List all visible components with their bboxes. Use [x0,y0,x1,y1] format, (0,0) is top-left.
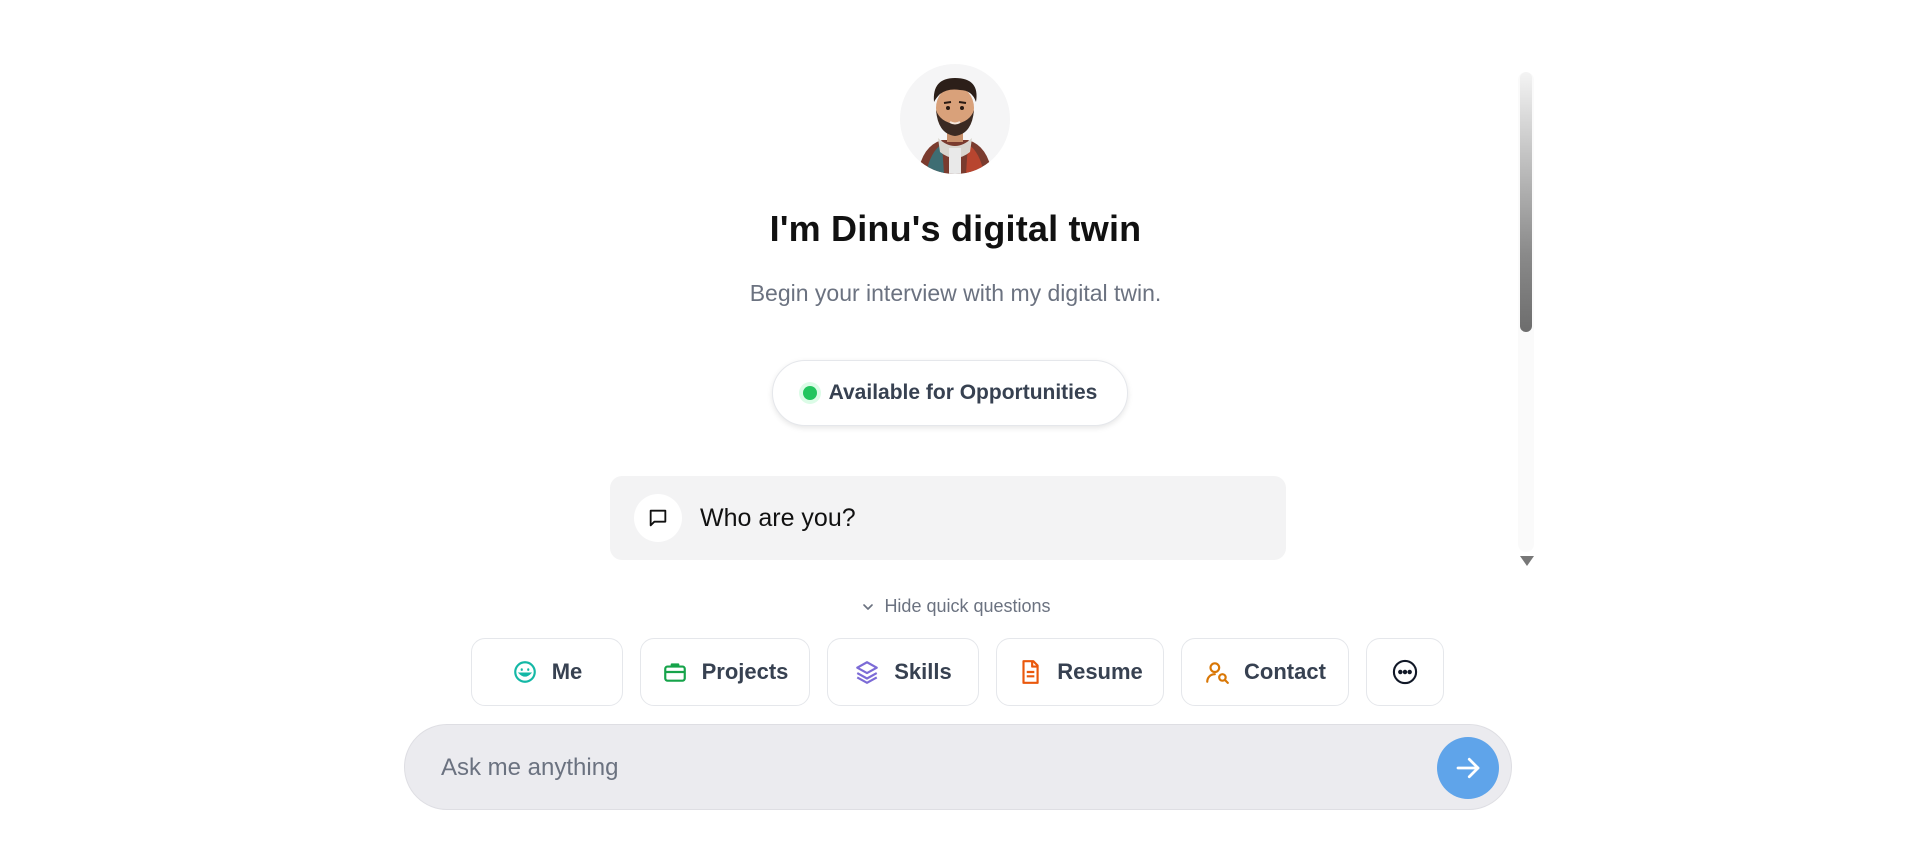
quick-question-me[interactable]: Me [471,638,623,706]
app-page: I'm Dinu's digital twin Begin your inter… [0,0,1911,863]
scrollbar-thumb[interactable] [1520,72,1532,332]
quick-question-resume[interactable]: Resume [996,638,1164,706]
availability-label: Available for Opportunities [828,381,1098,404]
chat-scrollbar[interactable] [1518,72,1534,552]
quick-questions-row: Me Projects Skills Resume Contact [0,638,1911,706]
profile-avatar-icon [900,64,1010,174]
quick-question-label: Projects [701,659,789,684]
arrow-right-icon [1456,757,1480,779]
file-text-icon [1022,660,1039,684]
message-square-icon [634,494,682,542]
status-dot-icon [802,386,817,400]
chat-composer [404,724,1512,811]
more-questions-button[interactable] [1366,638,1444,706]
availability-badge: Available for Opportunities [772,360,1128,426]
briefcase-icon [663,663,686,682]
chat-message-text: Who are you? [700,503,856,532]
chat-message: Who are you? [610,476,1286,560]
quick-question-skills[interactable]: Skills [827,638,979,706]
smile-icon [513,661,536,683]
quick-question-label: Contact [1244,659,1326,684]
user-search-icon [1206,662,1229,684]
quick-question-label: Resume [1057,659,1143,684]
quick-question-contact[interactable]: Contact [1181,638,1349,706]
hide-quick-questions-label: Hide quick questions [884,596,1051,616]
quick-question-projects[interactable]: Projects [640,638,810,706]
page-subtitle: Begin your interview with my digital twi… [749,280,1162,306]
more-horizontal-icon [1392,659,1418,685]
quick-question-label: Skills [894,659,952,684]
layers-icon [856,661,879,684]
avatar [900,64,1010,174]
scroll-down-arrow-icon[interactable] [1520,556,1534,566]
page-title: I'm Dinu's digital twin [769,208,1142,249]
send-button[interactable] [1437,737,1499,799]
quick-question-label: Me [551,659,583,684]
ask-input[interactable] [439,725,1403,811]
hide-quick-questions-toggle[interactable]: Hide quick questions [0,596,1911,617]
chevron-down-icon [863,603,874,610]
